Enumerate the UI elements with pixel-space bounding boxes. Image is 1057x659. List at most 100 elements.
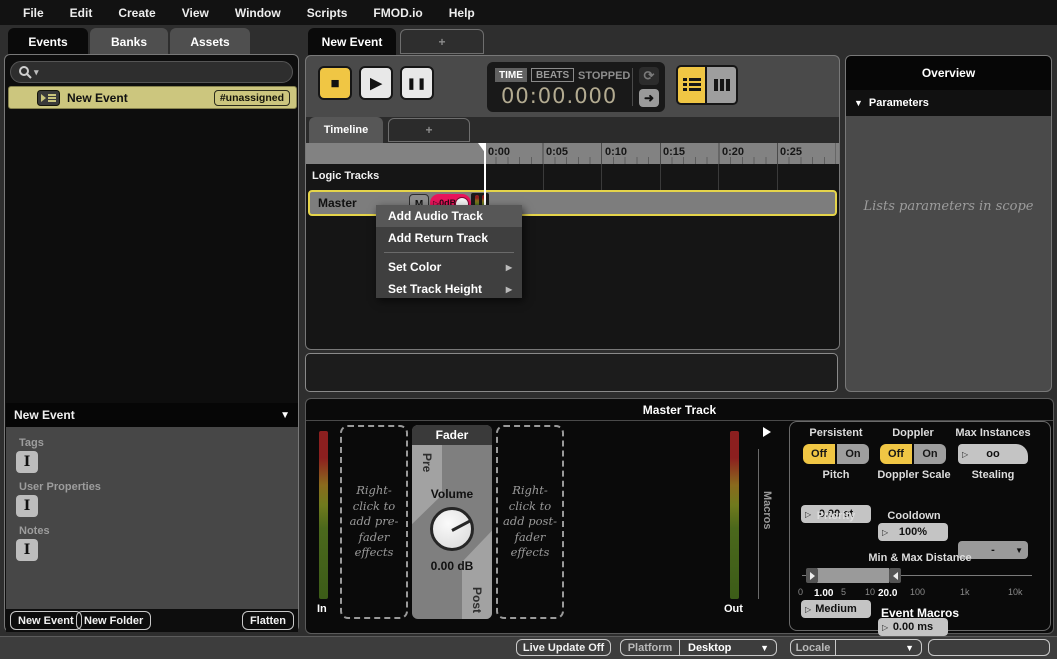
timeline-tab-strip <box>306 117 839 143</box>
menu-window[interactable]: Window <box>222 6 294 20</box>
max-instances-field[interactable]: ▷oo <box>958 444 1028 464</box>
tab-add-event[interactable]: + <box>400 29 484 54</box>
menu-edit[interactable]: Edit <box>57 6 106 20</box>
platform-value: Desktop <box>688 642 731 654</box>
persistent-label: Persistent <box>803 427 869 439</box>
fader-module[interactable]: Fader Pre Post Volume 0.00 dB <box>412 425 492 619</box>
max-instances-label: Max Instances <box>950 427 1036 439</box>
loop-playback-button[interactable]: ⟳ <box>639 67 659 85</box>
search-icon <box>18 65 32 79</box>
collapse-caret-icon[interactable]: ▼ <box>280 410 290 421</box>
pitch-label: Pitch <box>803 469 869 481</box>
input-meter <box>319 431 328 599</box>
menu-add-audio-track[interactable]: Add Audio Track <box>376 205 522 227</box>
search-box[interactable]: ▾ <box>10 61 293 83</box>
follow-playhead-button[interactable]: ➜ <box>639 89 659 107</box>
overview-panel: Overview ▼ Parameters Lists parameters i… <box>845 55 1052 392</box>
cooldown-value: 0.00 ms <box>893 621 933 633</box>
tab-events[interactable]: Events <box>8 28 88 55</box>
tab-new-event[interactable]: New Event <box>308 28 396 55</box>
stop-button[interactable]: ■ <box>318 66 352 100</box>
user-properties-edit-button[interactable]: I <box>16 495 38 517</box>
macros-splitter[interactable] <box>758 449 759 599</box>
parameters-section-header[interactable]: ▼ Parameters <box>846 90 1051 116</box>
doppler-scale-field[interactable]: ▷100% <box>878 523 948 541</box>
macros-expand-arrow-icon[interactable] <box>763 427 771 437</box>
menu-view[interactable]: View <box>169 6 222 20</box>
list-view-icon <box>683 77 701 93</box>
menu-create[interactable]: Create <box>105 6 168 20</box>
live-update-label: Live Update Off <box>523 642 604 654</box>
doppler-on-button[interactable]: On <box>914 444 946 464</box>
menu-item-label: Set Color <box>388 260 441 274</box>
ruler-tick-label: 0:10 <box>605 146 627 158</box>
tab-add-sheet[interactable]: + <box>388 118 470 142</box>
grid-line <box>718 164 719 190</box>
menu-set-color[interactable]: Set Color▶ <box>376 256 522 278</box>
pre-fader-effects-dropzone[interactable]: Right-click to add pre-fader effects <box>340 425 408 619</box>
transition-timeline-strip[interactable] <box>305 353 838 392</box>
tree-row-new-event[interactable]: New Event #unassigned <box>8 86 297 109</box>
menu-help[interactable]: Help <box>436 6 488 20</box>
menu-item-label: Set Track Height <box>388 282 482 296</box>
volume-knob[interactable] <box>430 507 474 551</box>
overview-header: Overview <box>846 56 1051 90</box>
post-label: Post <box>470 587 484 613</box>
notes-label: Notes <box>19 525 50 537</box>
platform-selector[interactable]: Platform Desktop ▼ <box>620 639 777 656</box>
grid-line <box>543 164 544 190</box>
new-folder-button[interactable]: New Folder <box>76 611 151 630</box>
menu-file[interactable]: File <box>10 6 57 20</box>
tab-assets[interactable]: Assets <box>170 28 250 55</box>
events-browser-panel: ▾ New Event #unassigned New Event ▼ Tags… <box>4 54 299 632</box>
tab-timeline[interactable]: Timeline <box>309 117 383 143</box>
caret-down-icon: ▼ <box>905 643 914 653</box>
distance-min-handle[interactable] <box>806 568 818 583</box>
properties-header[interactable]: New Event ▼ <box>6 403 298 427</box>
distance-slider-range[interactable] <box>817 568 889 583</box>
beats-mode-toggle[interactable]: BEATS <box>531 68 574 82</box>
ruler-tick-label: 0:05 <box>546 146 568 158</box>
timeline-ruler[interactable] <box>306 143 839 164</box>
stealing-label: Stealing <box>958 469 1028 481</box>
distance-max-handle[interactable] <box>889 568 901 583</box>
play-button[interactable]: ▶ <box>359 66 393 100</box>
tracks-view-button[interactable] <box>676 65 707 105</box>
event-macros-footer-label: Event Macros <box>790 605 1050 621</box>
stop-icon: ■ <box>330 75 339 92</box>
grid-line <box>660 164 661 190</box>
flatten-button[interactable]: Flatten <box>242 611 294 630</box>
fader-header: Fader <box>412 425 492 445</box>
doppler-off-button[interactable]: Off <box>880 444 912 464</box>
time-mode-toggle[interactable]: TIME <box>495 68 527 82</box>
menu-set-track-height[interactable]: Set Track Height▶ <box>376 278 522 300</box>
caret-down-icon: ▼ <box>760 643 769 653</box>
persistent-off-button[interactable]: Off <box>803 444 835 464</box>
parameters-section-label: Parameters <box>869 97 929 109</box>
tab-banks[interactable]: Banks <box>90 28 168 55</box>
pause-button[interactable]: ❚❚ <box>400 66 434 100</box>
grid-line <box>601 164 602 190</box>
event-2d-icon <box>37 90 60 106</box>
new-event-button[interactable]: New Event <box>10 611 82 630</box>
persistent-on-button[interactable]: On <box>837 444 869 464</box>
locale-selector[interactable]: Locale ▼ <box>790 639 922 656</box>
notes-edit-button[interactable]: I <box>16 539 38 561</box>
locale-label: Locale <box>791 640 836 655</box>
search-input[interactable] <box>39 64 292 81</box>
unassigned-badge: #unassigned <box>214 90 290 106</box>
menu-scripts[interactable]: Scripts <box>294 6 361 20</box>
tags-edit-button[interactable]: I <box>16 451 38 473</box>
cooldown-label: Cooldown <box>874 510 954 522</box>
pause-icon: ❚❚ <box>407 77 427 90</box>
distance-min-value: 1.00 <box>814 588 833 599</box>
play-icon: ▶ <box>370 74 382 92</box>
live-update-button[interactable]: Live Update Off <box>516 639 611 656</box>
distance-scale-0: 0 <box>798 587 803 597</box>
distance-scale-10k: 10k <box>1008 587 1023 597</box>
fmod-studio-window: File Edit Create View Window Scripts FMO… <box>0 0 1057 659</box>
menu-add-return-track[interactable]: Add Return Track <box>376 227 522 249</box>
menu-fmodio[interactable]: FMOD.io <box>360 6 435 20</box>
post-fader-effects-dropzone[interactable]: Right-click to add post-fader effects <box>496 425 564 619</box>
lanes-view-button[interactable] <box>707 65 738 105</box>
